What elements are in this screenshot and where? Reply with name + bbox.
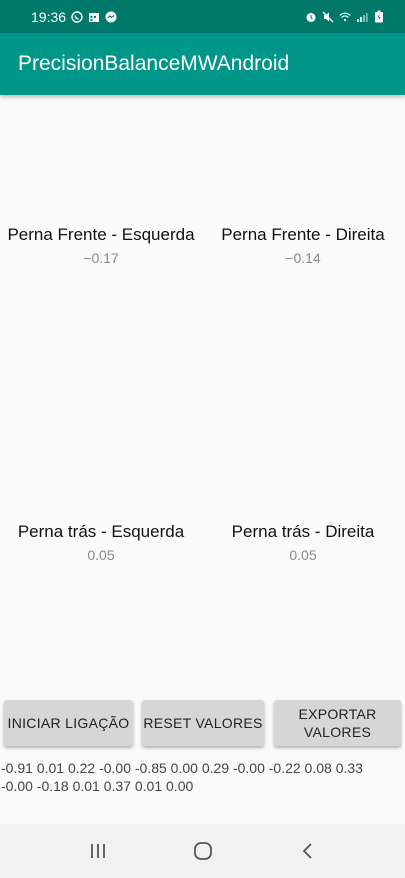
whatsapp-icon	[71, 10, 83, 23]
sensor-front-left: Perna Frente - Esquerda −0.17	[1, 225, 201, 266]
wifi-icon	[339, 11, 351, 23]
sensor-rear-left-label: Perna trás - Esquerda	[17, 522, 185, 541]
reset-values-label: RESET VALORES	[143, 715, 263, 731]
readings-log-line: -0.00 -0.18 0.01 0.37 0.01 0.00	[1, 778, 194, 794]
start-connection-button[interactable]: INICIAR LIGAÇÃO	[4, 700, 133, 746]
sensor-front-left-value: −0.17	[83, 250, 119, 266]
sensor-rear-left-value: 0.05	[87, 547, 115, 563]
battery-icon	[373, 10, 385, 23]
home-button[interactable]	[183, 831, 223, 871]
status-bar: 19:36	[0, 0, 405, 33]
start-connection-label: INICIAR LIGAÇÃO	[7, 715, 130, 731]
reset-values-button[interactable]: RESET VALORES	[142, 700, 264, 746]
navigation-bar	[0, 824, 405, 878]
recent-apps-icon	[90, 844, 105, 858]
messenger-icon	[105, 11, 117, 23]
back-button[interactable]	[288, 831, 328, 871]
back-icon	[302, 843, 312, 859]
export-values-button[interactable]: EXPORTAR VALORES	[274, 700, 401, 746]
sensor-rear-right-value: 0.05	[289, 547, 317, 563]
sensor-front-left-label: Perna Frente - Esquerda	[7, 225, 195, 244]
calendar-icon	[88, 11, 100, 23]
recent-apps-button[interactable]	[78, 831, 118, 871]
mute-icon	[322, 11, 334, 23]
readings-log: -0.91 0.01 0.22 -0.00 -0.85 0.00 0.29 -0…	[0, 759, 405, 795]
sensor-rear-left: Perna trás - Esquerda 0.05	[1, 522, 201, 563]
home-icon	[193, 842, 212, 860]
export-values-label-line1: EXPORTAR	[298, 706, 377, 722]
app-bar: PrecisionBalanceMWAndroid	[0, 33, 405, 95]
sensor-rear-right: Perna trás - Direita 0.05	[203, 522, 403, 563]
sensor-front-right: Perna Frente - Direita −0.14	[203, 225, 403, 266]
export-values-label-line2: VALORES	[303, 724, 372, 740]
sensor-rear-right-label: Perna trás - Direita	[231, 522, 375, 541]
signal-icon	[356, 11, 368, 23]
app-title: PrecisionBalanceMWAndroid	[18, 52, 290, 75]
sensor-front-right-label: Perna Frente - Direita	[221, 225, 385, 244]
alarm-icon	[305, 11, 317, 23]
status-time: 19:36	[31, 8, 67, 25]
readings-log-line: -0.91 0.01 0.22 -0.00 -0.85 0.00 0.29 -0…	[1, 760, 363, 776]
sensor-front-right-value: −0.14	[285, 250, 321, 266]
